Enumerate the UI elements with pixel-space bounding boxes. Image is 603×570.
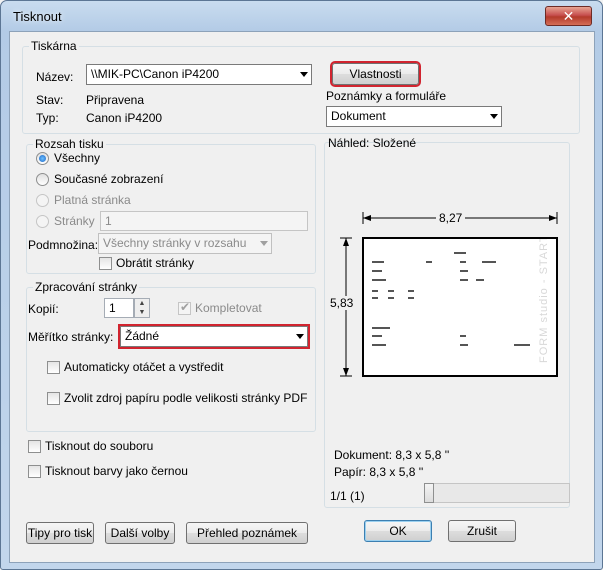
width-arrow-left-icon	[363, 215, 371, 221]
page-scaling-label: Měřítko stránky:	[28, 330, 114, 344]
preview-page-content-icon: FORM studio - START	[372, 234, 550, 363]
page-counter-text: 1/1 (1)	[330, 489, 365, 503]
comments-forms-select[interactable]: Dokument	[326, 106, 502, 127]
copies-stepper[interactable]: ▲ ▼	[134, 298, 150, 318]
subset-value: Všechny stránky v rozsahu	[103, 236, 247, 250]
printer-group-label: Tiskárna	[29, 39, 79, 53]
paper-size-text: Papír: 8,3 x 5,8 ''	[334, 465, 424, 479]
collate-label: Kompletovat	[195, 301, 262, 315]
printer-name-select[interactable]: \\MIK-PC\Canon iP4200	[86, 64, 312, 85]
copies-input[interactable]: 1	[104, 298, 134, 318]
choose-paper-source-label: Zvolit zdroj papíru podle velikosti strá…	[64, 391, 308, 405]
range-current-page-label: Platná stránka	[54, 193, 131, 207]
stepper-down-icon[interactable]: ▼	[135, 308, 149, 317]
preview-page-slider-thumb[interactable]	[424, 483, 434, 503]
range-pages-input[interactable]: 1	[100, 211, 308, 231]
range-all-label: Všechny	[54, 151, 101, 165]
height-arrow-up-icon	[343, 238, 349, 246]
close-button[interactable]: ✕	[545, 6, 592, 26]
auto-rotate-checkbox[interactable]	[47, 361, 60, 374]
printer-name-label: Název:	[36, 70, 74, 84]
auto-rotate-label: Automaticky otáčet a vystředit	[64, 360, 224, 374]
reverse-pages-label: Obrátit stránky	[116, 256, 195, 270]
check-icon: ✔	[180, 300, 191, 314]
range-pages-label: Stránky	[54, 214, 95, 228]
preview-page-slider[interactable]	[424, 483, 570, 503]
cancel-button[interactable]: Zrušit	[448, 520, 516, 542]
copies-label: Kopií:	[28, 302, 59, 316]
page-scaling-value: Žádné	[125, 329, 160, 343]
preview-height-value: 5,83	[330, 296, 354, 310]
collate-checkbox[interactable]: ✔	[178, 300, 191, 315]
print-colors-black-label: Tisknout barvy jako černou	[45, 464, 188, 478]
ok-button[interactable]: OK	[364, 520, 432, 542]
print-to-file-label: Tisknout do souboru	[45, 439, 154, 453]
printer-status-value: Připravena	[86, 93, 145, 107]
page-scaling-select[interactable]: Žádné	[118, 324, 310, 349]
chevron-down-icon	[490, 114, 498, 119]
copies-value: 1	[109, 301, 116, 315]
advanced-button[interactable]: Další volby	[105, 522, 175, 544]
chevron-down-icon	[300, 72, 308, 77]
print-to-file-checkbox[interactable]	[28, 440, 41, 453]
subset-label: Podmnožina:	[28, 238, 99, 252]
comments-forms-label: Poznámky a formuláře	[326, 89, 447, 103]
document-size-text: Dokument: 8,3 x 5,8 ''	[334, 448, 450, 462]
range-pages-radio[interactable]	[36, 215, 49, 228]
reverse-pages-checkbox[interactable]	[99, 257, 112, 270]
print-range-group-label: Rozsah tisku	[33, 137, 106, 151]
preview-width-value: 8,27	[436, 211, 466, 225]
range-current-view-label: Současné zobrazení	[54, 172, 164, 186]
print-colors-black-checkbox[interactable]	[28, 465, 41, 478]
stepper-up-icon[interactable]: ▲	[135, 299, 149, 308]
chevron-down-icon	[260, 241, 268, 246]
printer-status-label: Stav:	[36, 93, 64, 107]
range-pages-value: 1	[105, 214, 112, 228]
printing-tips-button[interactable]: Tipy pro tisk	[26, 522, 94, 544]
height-arrow-down-icon	[343, 368, 349, 376]
window-title: Tisknout	[13, 9, 62, 24]
dialog-client-area: Tiskárna Název: \\MIK-PC\Canon iP4200 Vl…	[9, 31, 595, 563]
range-current-view-radio[interactable]	[36, 173, 49, 186]
properties-button[interactable]: Vlastnosti	[330, 61, 421, 87]
page-handling-group-label: Zpracování stránky	[33, 280, 140, 294]
range-current-page-radio[interactable]	[36, 194, 49, 207]
close-icon: ✕	[562, 8, 575, 24]
preview-label: Náhled: Složené	[328, 136, 417, 150]
title-bar[interactable]: Tisknout ✕	[1, 1, 602, 31]
choose-paper-source-checkbox[interactable]	[47, 392, 60, 405]
range-all-radio[interactable]	[36, 152, 49, 165]
summarize-comments-button[interactable]: Přehled poznámek	[186, 522, 308, 544]
chevron-down-icon	[296, 334, 304, 339]
print-dialog-window: Tisknout ✕ Tiskárna Název: \\MIK-PC\Cano…	[0, 0, 603, 570]
printer-name-value: \\MIK-PC\Canon iP4200	[91, 67, 220, 81]
width-arrow-right-icon	[549, 215, 557, 221]
printer-type-value: Canon iP4200	[86, 111, 163, 125]
preview-page-thumbnail: FORM studio - START	[362, 234, 558, 377]
svg-text:FORM studio - START: FORM studio - START	[538, 239, 550, 363]
comments-forms-value: Dokument	[331, 109, 386, 123]
subset-select[interactable]: Všechny stránky v rozsahu	[98, 233, 272, 254]
printer-type-label: Typ:	[36, 111, 59, 125]
